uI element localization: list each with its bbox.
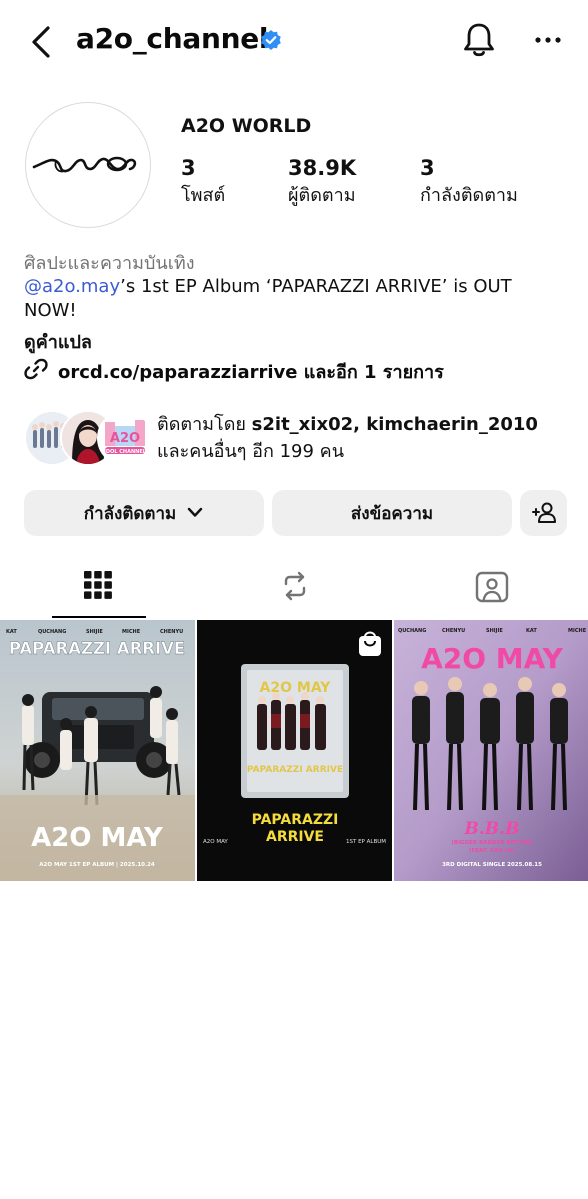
post-logo: A2O MAY: [421, 642, 564, 675]
post-logo: A2O MAY: [31, 823, 164, 853]
stat-label: กำลังติดตาม: [420, 185, 518, 206]
member-name: CHENYU: [160, 629, 183, 635]
post-headline-line2: ARRIVE: [266, 829, 324, 845]
followed-by-prefix: ติดตามโดย: [157, 414, 252, 435]
link-icon: [24, 358, 48, 380]
bell-icon[interactable]: [460, 20, 498, 60]
profile-link[interactable]: orcd.co/paparazziarrive และอีก 1 รายการ: [58, 357, 444, 386]
message-button[interactable]: ส่งข้อความ: [272, 490, 512, 536]
member-name: KAT: [6, 629, 17, 635]
stat-followers[interactable]: 38.9K ผู้ติดตาม: [288, 156, 356, 209]
message-button-label: ส่งข้อความ: [350, 503, 434, 524]
stat-following[interactable]: 3 กำลังติดตาม: [420, 156, 518, 209]
verified-badge-icon: [261, 30, 281, 50]
member-name: MICHE: [568, 628, 587, 634]
grid-icon[interactable]: [84, 571, 112, 603]
post-left-label: A2O MAY: [203, 839, 228, 845]
stat-label: ผู้ติดตาม: [288, 185, 356, 206]
see-translation-link[interactable]: ดูคำแปล: [24, 327, 92, 356]
cover-title: PAPARAZZI ARRIVE: [247, 765, 343, 775]
followed-by-text[interactable]: ติดตามโดย s2it_xix02, kimchaerin_2010 แล…: [157, 411, 577, 465]
display-name: A2O WORLD: [181, 115, 312, 137]
chevron-left-icon[interactable]: [28, 24, 56, 60]
post-footer: A2O MAY 1ST EP ALBUM | 2025.10.24: [39, 862, 155, 868]
stat-posts[interactable]: 3 โพสต์: [181, 156, 225, 209]
tagged-user-icon[interactable]: [475, 571, 509, 603]
following-button-label: กำลังติดตาม: [83, 503, 177, 524]
profile-category: ศิลปะและความบันเทิง: [24, 253, 195, 274]
member-name: SHIJIE: [86, 629, 103, 635]
add-user-button[interactable]: [520, 490, 567, 536]
post-footer: 3RD DIGITAL SINGLE 2025.08.15: [442, 862, 542, 868]
follower-avatar: A2O IDOL CHANNEL: [97, 410, 153, 466]
idol-channel-badge: IDOL CHANNEL: [104, 449, 147, 455]
repost-icon[interactable]: [280, 570, 310, 602]
profile-avatar[interactable]: [25, 102, 151, 228]
member-name: QUCHANG: [38, 629, 66, 635]
stat-value: 3: [181, 156, 196, 180]
chevron-down-icon: [188, 507, 203, 517]
followed-by-others: และคนอื่นๆ อีก 199 คน: [157, 441, 345, 462]
stat-label: โพสต์: [181, 185, 226, 206]
cover-logo: A2O MAY: [260, 680, 332, 696]
svg-text:A2O: A2O: [110, 431, 140, 446]
active-tab-indicator: [52, 616, 146, 618]
member-name: SHIJIE: [486, 628, 503, 634]
member-name: MICHE: [122, 629, 141, 635]
stat-value: 3: [420, 156, 435, 180]
post-feat: (FEAT. A2O LG): [469, 848, 515, 854]
post-subtitle: (BIGGER BADDER BETTER): [451, 840, 533, 846]
member-name: CHENYU: [442, 628, 465, 634]
stat-value: 38.9K: [288, 156, 357, 180]
member-name: QUCHANG: [398, 628, 426, 634]
more-horizontal-icon[interactable]: [533, 25, 563, 55]
member-name: KAT: [526, 628, 537, 634]
post-thumbnail-2[interactable]: A2O MAY PAPARAZZI ARRIVE PAPARAZZI ARRIV…: [197, 620, 392, 881]
post-right-label: 1ST EP ALBUM: [346, 839, 386, 845]
profile-bio: @a2o.may’s 1st EP Album ‘PAPARAZZI ARRIV…: [24, 275, 564, 323]
post-thumbnail-1[interactable]: KAT QUCHANG SHIJIE MICHE CHENYU PAPARAZZ…: [0, 620, 195, 881]
post-headline: PAPARAZZI ARRIVE: [9, 639, 185, 658]
post-thumbnail-3[interactable]: QUCHANG CHENYU SHIJIE KAT MICHE A2O MAY …: [394, 620, 588, 881]
following-button[interactable]: กำลังติดตาม: [24, 490, 264, 536]
followed-by-names: s2it_xix02, kimchaerin_2010: [251, 414, 538, 435]
bio-mention-link[interactable]: @a2o.may: [24, 276, 120, 297]
a2o-logo: [32, 156, 137, 173]
post-title: B.B.B: [464, 819, 520, 839]
post-headline-line1: PAPARAZZI: [252, 812, 339, 828]
add-user-icon: [531, 502, 556, 523]
profile-username: a2o_channel: [76, 22, 269, 55]
